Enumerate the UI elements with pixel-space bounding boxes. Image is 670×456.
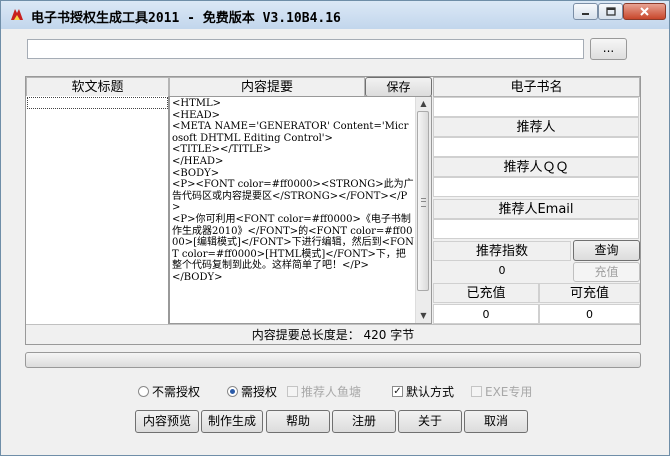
scroll-down-icon[interactable]: ▼ [418,310,429,321]
content-text: <HTML> <HEAD> <META NAME='GENERATOR' Con… [172,98,414,283]
close-icon [640,7,649,16]
no-auth-radio[interactable]: 不需授权 [138,383,200,399]
checkmark-icon: ✓ [392,385,403,397]
need-auth-label: 需授权 [241,384,278,399]
cancel-button[interactable]: 取消 [464,410,528,433]
radio-on-icon [227,385,238,397]
recommender-email-field[interactable] [433,219,639,239]
recommender-field[interactable] [433,137,639,157]
ebook-name-header: 电子书名 [433,77,640,97]
recommender-fish-label: 推荐人鱼塘 [301,384,362,399]
software-title-header: 软文标题 [26,77,169,97]
default-mode-label: 默认方式 [406,384,455,399]
progress-bar [25,352,641,368]
content-length-status: 内容提要总长度是： 420 字节 [26,324,640,344]
content-textarea[interactable]: <HTML> <HEAD> <META NAME='GENERATOR' Con… [169,96,432,324]
query-button[interactable]: 查询 [573,240,640,261]
exe-only-label: EXE专用 [485,384,533,399]
close-button[interactable] [623,3,666,20]
list-item[interactable] [27,97,168,109]
file-path-input[interactable] [27,39,584,59]
generate-button[interactable]: 制作生成 [201,410,263,433]
minimize-button[interactable] [573,3,598,20]
grip-icon [421,198,426,207]
maximize-button[interactable] [598,3,623,20]
app-logo-icon [11,9,23,20]
content-summary-header: 内容提要 [169,77,365,97]
window-title: 电子书授权生成工具2011 - 免费版本 V3.10B4.16 [31,11,341,26]
recommender-fish-checkbox[interactable]: 推荐人鱼塘 [287,383,361,399]
scroll-thumb[interactable] [417,111,429,291]
rechargeable-label: 可充值 [539,283,640,303]
recommender-qq-field[interactable] [433,177,639,197]
browse-button[interactable]: ... [590,38,627,60]
default-mode-checkbox[interactable]: ✓ 默认方式 [392,383,454,399]
exe-only-checkbox[interactable]: EXE专用 [471,383,532,399]
checkbox-empty-icon [471,385,482,397]
main-window: 电子书授权生成工具2011 - 免费版本 V3.10B4.16 ... 软文标题… [0,0,670,456]
recommend-index-label: 推荐指数 [433,241,571,261]
recommender-qq-label: 推荐人ＱＱ [433,157,639,177]
recommend-index-value: 0 [433,261,571,281]
radio-off-icon [138,385,149,397]
minimize-icon [581,12,589,15]
recommender-label: 推荐人 [433,117,639,137]
need-auth-radio[interactable]: 需授权 [227,383,277,399]
checkbox-empty-icon [287,385,298,397]
rechargeable-value: 0 [539,304,640,324]
title-bar: 电子书授权生成工具2011 - 免费版本 V3.10B4.16 [1,1,669,29]
title-list[interactable] [26,96,169,324]
scroll-up-icon[interactable]: ▲ [418,98,429,109]
preview-button[interactable]: 内容预览 [135,410,199,433]
recommender-email-label: 推荐人Email [433,199,639,219]
recharged-label: 已充值 [433,283,539,303]
ebook-name-field[interactable] [433,97,639,117]
no-auth-label: 不需授权 [152,384,201,399]
register-button[interactable]: 注册 [332,410,396,433]
about-button[interactable]: 关于 [398,410,462,433]
recharged-value: 0 [433,304,539,324]
recharge-button[interactable]: 充值 [573,262,640,282]
save-button[interactable]: 保存 [365,77,432,97]
vertical-scrollbar[interactable]: ▲ ▼ [415,97,431,323]
maximize-icon [605,6,616,16]
help-button[interactable]: 帮助 [266,410,330,433]
